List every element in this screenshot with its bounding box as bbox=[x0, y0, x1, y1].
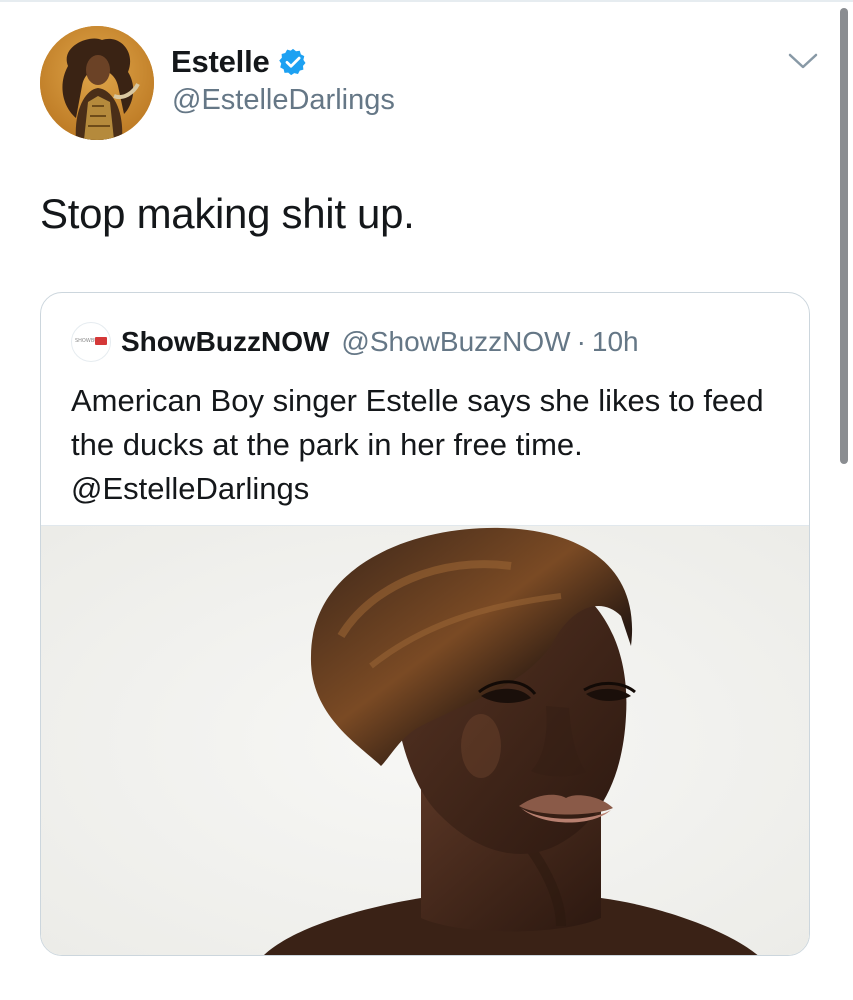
quoted-tweet-card[interactable]: SHOWBUZZ ShowBuzzNOW @ShowBuzzNOW · 10h … bbox=[40, 292, 810, 956]
author-display-name[interactable]: Estelle bbox=[171, 44, 270, 80]
portrait-photo bbox=[41, 526, 809, 955]
tweet-text: Stop making shit up. bbox=[40, 190, 415, 237]
author-avatar-image bbox=[40, 26, 154, 140]
quoted-tweet-media[interactable] bbox=[41, 525, 809, 955]
author-handle[interactable]: @EstelleDarlings bbox=[172, 84, 395, 117]
author-name-row: Estelle bbox=[171, 40, 308, 84]
quoted-author-handle[interactable]: @ShowBuzzNOW bbox=[341, 326, 570, 358]
quoted-author-name[interactable]: ShowBuzzNOW bbox=[121, 326, 329, 358]
quoted-tweet-time[interactable]: 10h bbox=[592, 326, 639, 358]
separator-dot: · bbox=[576, 326, 586, 357]
chevron-down-icon[interactable] bbox=[786, 50, 820, 72]
showbuzz-logo-icon[interactable]: SHOWBUZZ bbox=[71, 322, 111, 362]
quoted-tweet-header: SHOWBUZZ ShowBuzzNOW @ShowBuzzNOW · 10h bbox=[71, 320, 639, 364]
verified-badge-icon bbox=[278, 48, 306, 76]
tweet-page: Estelle @EstelleDarlings Stop making shi… bbox=[0, 0, 853, 1000]
scrollbar[interactable] bbox=[840, 8, 848, 464]
quoted-tweet-text: American Boy singer Estelle says she lik… bbox=[71, 383, 764, 506]
top-divider bbox=[0, 0, 853, 2]
author-avatar[interactable] bbox=[40, 26, 154, 140]
